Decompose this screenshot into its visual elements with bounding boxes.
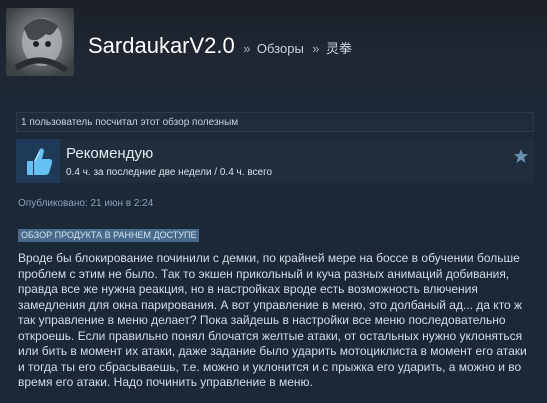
- avatar[interactable]: [6, 8, 74, 76]
- thumbs-up-icon: [16, 139, 60, 183]
- breadcrumb-separator: »: [243, 41, 251, 56]
- avatar-image: [6, 8, 74, 76]
- playtime-hours: 0.4 ч. за последние две недели / 0.4 ч. …: [66, 167, 273, 178]
- breadcrumb-game-link[interactable]: 灵拳: [326, 41, 352, 56]
- breadcrumb-reviews-link[interactable]: Обзоры: [257, 41, 304, 56]
- username-link[interactable]: SardaukarV2.0: [88, 33, 235, 58]
- breadcrumb: SardaukarV2.0 » Обзоры » 灵拳: [88, 33, 352, 59]
- profile-header: SardaukarV2.0 » Обзоры » 灵拳: [0, 0, 547, 95]
- star-icon[interactable]: [513, 148, 529, 164]
- early-access-badge: ОБЗОР ПРОДУКТА В РАННЕМ ДОСТУПЕ: [18, 229, 200, 242]
- recommendation-title[interactable]: Рекомендую: [66, 145, 153, 162]
- review-body: Вроде бы блокирование починили с демки, …: [18, 251, 527, 389]
- helpful-count-bar: 1 пользователь посчитал этот обзор полез…: [16, 112, 534, 132]
- review-content: 1 пользователь посчитал этот обзор полез…: [0, 95, 547, 403]
- recommendation-box: Рекомендую 0.4 ч. за последние две недел…: [16, 139, 534, 183]
- published-date: Опубликовано: 21 июн в 2:24: [18, 198, 154, 209]
- breadcrumb-separator: »: [312, 41, 320, 56]
